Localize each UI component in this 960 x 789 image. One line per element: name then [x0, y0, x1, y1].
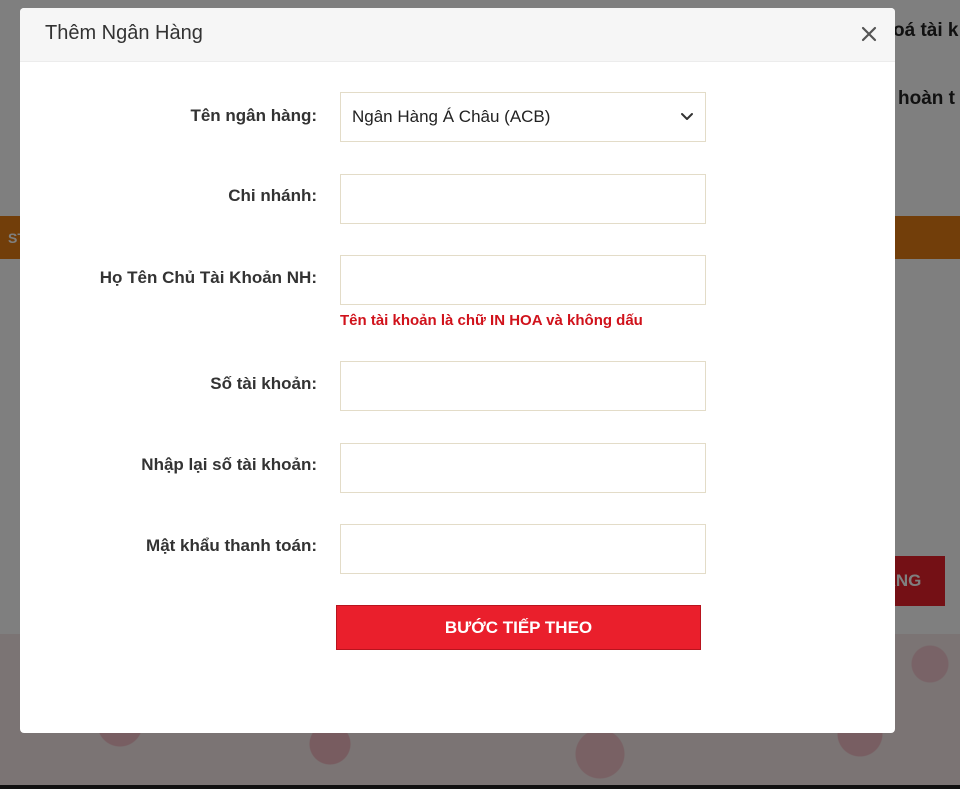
modal-title: Thêm Ngân Hàng: [45, 22, 203, 44]
branch-input[interactable]: [340, 174, 706, 224]
close-icon: [861, 26, 877, 42]
account-holder-input[interactable]: [340, 255, 706, 305]
bank-name-label: Tên ngân hàng:: [190, 106, 317, 125]
bank-name-select[interactable]: Ngân Hàng Á Châu (ACB): [340, 92, 706, 142]
payment-password-input[interactable]: [340, 524, 706, 574]
chevron-down-icon: [681, 113, 693, 120]
account-number-input[interactable]: [340, 361, 706, 411]
account-holder-hint: Tên tài khoản là chữ IN HOA và không dấu: [340, 312, 643, 329]
payment-password-label: Mật khẩu thanh toán:: [146, 536, 317, 555]
bank-name-selected-value: Ngân Hàng Á Châu (ACB): [352, 107, 551, 126]
account-holder-label: Họ Tên Chủ Tài Khoản NH:: [99, 268, 317, 287]
account-number-label: Số tài khoản:: [210, 374, 317, 393]
close-button[interactable]: [857, 22, 881, 46]
confirm-account-number-label: Nhập lại số tài khoản:: [141, 455, 317, 474]
confirm-account-number-input[interactable]: [340, 443, 706, 493]
next-step-button[interactable]: BƯỚC TIẾP THEO: [336, 605, 701, 650]
modal-header: Thêm Ngân Hàng: [20, 8, 895, 62]
add-bank-modal: Thêm Ngân Hàng Tên ngân hàng: Ngân Hàng …: [20, 8, 895, 733]
branch-label: Chi nhánh:: [228, 186, 317, 205]
